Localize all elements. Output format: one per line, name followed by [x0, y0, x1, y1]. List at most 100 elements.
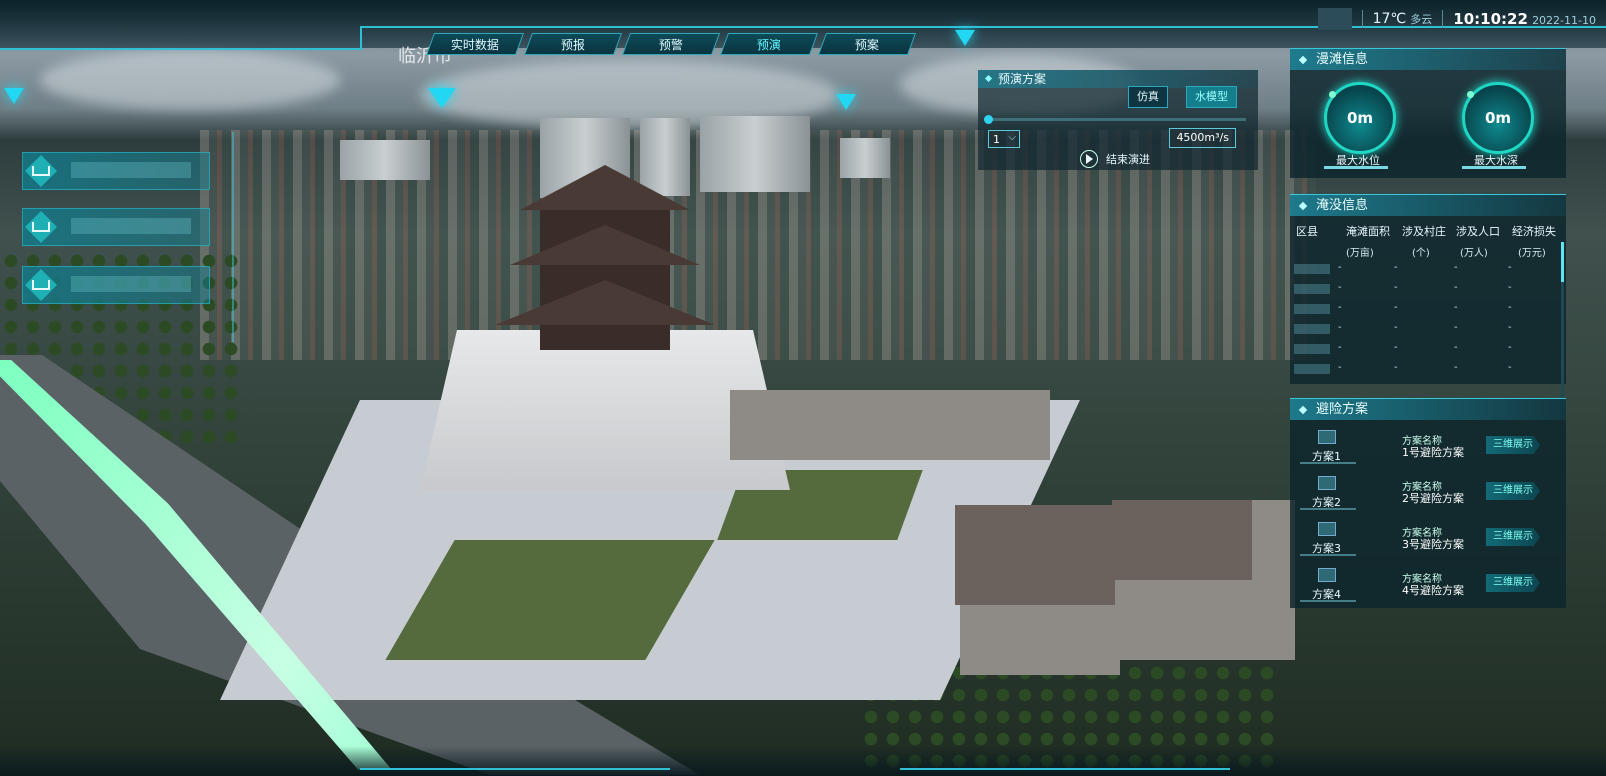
end-simulation-label: 结束演进: [1106, 153, 1150, 166]
column-header: 淹滩面积: [1346, 225, 1390, 238]
scenario-select[interactable]: 1: [988, 129, 1020, 148]
table-cell: -: [1508, 342, 1512, 353]
flow-rate-input[interactable]: 4500m³/s: [1169, 128, 1236, 148]
unit-label: (万人): [1460, 248, 1488, 259]
location-marker-icon[interactable]: [955, 30, 975, 46]
avatar[interactable]: [1317, 8, 1352, 30]
district-name: [1294, 364, 1330, 374]
district-name: [1294, 304, 1330, 314]
bottom-bar: [0, 746, 1606, 776]
inundation-section: 漫滩信息 0m 最大水位 0m 最大水深: [1290, 48, 1566, 178]
plan-name: 2号避险方案: [1402, 492, 1464, 505]
screen-icon: [1318, 430, 1336, 444]
frame-line: [360, 768, 670, 770]
building: [840, 138, 890, 178]
section-title: 避险方案: [1290, 398, 1566, 420]
table-cell: -: [1394, 302, 1398, 313]
flooded-section: 淹没信息 区县 淹滩面积 涉及村庄 涉及人口 经济损失 (万亩) (个) (万人…: [1290, 194, 1566, 402]
clock: 10:10:22: [1453, 10, 1528, 28]
location-marker-icon[interactable]: [836, 94, 856, 110]
scrollbar[interactable]: [1561, 242, 1564, 402]
location-marker-icon[interactable]: [4, 88, 24, 104]
unit-label: (万亩): [1346, 248, 1374, 259]
table-header: 区县 淹滩面积 涉及村庄 涉及人口 经济损失: [1290, 220, 1566, 238]
unit-label: (万元): [1518, 248, 1546, 259]
table-cell: -: [1508, 262, 1512, 273]
3d-display-button[interactable]: 三维展示: [1486, 528, 1540, 546]
left-menu-item[interactable]: [22, 152, 210, 190]
table-row: ----: [1290, 300, 1566, 318]
tab-warning[interactable]: 预警: [621, 33, 721, 55]
temperature: 17℃: [1372, 11, 1407, 27]
3d-display-button[interactable]: 三维展示: [1486, 482, 1540, 500]
scrollbar-thumb[interactable]: [1561, 242, 1564, 282]
divider: [1442, 10, 1444, 28]
building-roof: [955, 505, 1125, 605]
location-marker-icon[interactable]: [428, 88, 456, 108]
table-cell: -: [1508, 362, 1512, 373]
screen-icon: [1318, 476, 1336, 490]
table-cell: -: [1454, 362, 1458, 373]
unit-label: (个): [1412, 248, 1430, 259]
plan-underline: [1300, 462, 1356, 464]
end-simulation-button[interactable]: 结束演进: [1080, 150, 1150, 168]
table-cell: -: [1338, 302, 1342, 313]
table-cell: -: [1454, 302, 1458, 313]
tab-plan[interactable]: 预案: [817, 33, 917, 55]
3d-display-button[interactable]: 三维展示: [1486, 574, 1540, 592]
tab-rehearsal[interactable]: 预演: [719, 33, 819, 55]
table-row: ----: [1290, 340, 1566, 358]
plan-underline: [1300, 600, 1356, 602]
gauge-base: [1462, 166, 1526, 169]
status-area: 17℃ 多云 10:10:22 2022-11-10: [1317, 8, 1596, 30]
district-name: [1294, 264, 1330, 274]
table-cell: -: [1338, 322, 1342, 333]
simulation-panel: 预演方案 仿真 水模型 1 4500m³/s 结束演进: [978, 70, 1258, 170]
column-header: 经济损失: [1512, 225, 1556, 238]
left-menu: [0, 132, 234, 342]
frame-line: [900, 768, 1230, 770]
left-menu-label: [71, 276, 191, 292]
table-cell: -: [1394, 342, 1398, 353]
max-water-level-gauge: 0m: [1324, 82, 1396, 154]
frame-line: [0, 26, 362, 50]
district-name: [1294, 284, 1330, 294]
column-header: 区县: [1296, 225, 1318, 238]
left-menu-label: [71, 218, 191, 234]
pagoda-body: [540, 200, 670, 350]
layer-icon: [25, 211, 57, 243]
progress-slider[interactable]: [984, 115, 1246, 124]
plan-name: 3号避险方案: [1402, 538, 1464, 551]
simulation-mode-button[interactable]: 仿真: [1128, 86, 1168, 108]
tab-forecast[interactable]: 预报: [523, 33, 623, 55]
building: [340, 140, 430, 180]
left-menu-item[interactable]: [22, 208, 210, 246]
cloud: [40, 50, 340, 110]
play-icon: [1080, 150, 1098, 168]
3d-display-button[interactable]: 三维展示: [1486, 436, 1540, 454]
table-row: ----: [1290, 360, 1566, 378]
column-header: 涉及村庄: [1402, 225, 1446, 238]
table-row: ----: [1290, 280, 1566, 298]
divider: [1361, 10, 1363, 28]
table-cell: -: [1394, 262, 1398, 273]
chart-icon: [25, 269, 57, 301]
plan-underline: [1300, 554, 1356, 556]
plan-name: 1号避险方案: [1402, 446, 1464, 459]
evacuation-plan-item: 方案4 方案名称 4号避险方案 三维展示: [1290, 564, 1566, 610]
layer-icon: [25, 155, 57, 187]
tab-realtime[interactable]: 实时数据: [425, 33, 525, 55]
diamond-icon: [984, 74, 993, 83]
screen-icon: [1318, 568, 1336, 582]
section-title: 淹没信息: [1290, 194, 1566, 216]
max-water-depth-gauge: 0m: [1462, 82, 1534, 154]
table-cell: -: [1454, 262, 1458, 273]
water-model-button[interactable]: 水模型: [1186, 86, 1237, 108]
right-panel: 漫滩信息 0m 最大水位 0m 最大水深 淹没信息 区县 淹滩面积 涉及村庄 涉…: [1290, 48, 1566, 768]
left-menu-item[interactable]: [22, 266, 210, 304]
gauge-base: [1324, 166, 1388, 169]
table-cell: -: [1394, 362, 1398, 373]
slider-handle[interactable]: [984, 115, 993, 124]
district-name: [1294, 324, 1330, 334]
table-cell: -: [1338, 362, 1342, 373]
